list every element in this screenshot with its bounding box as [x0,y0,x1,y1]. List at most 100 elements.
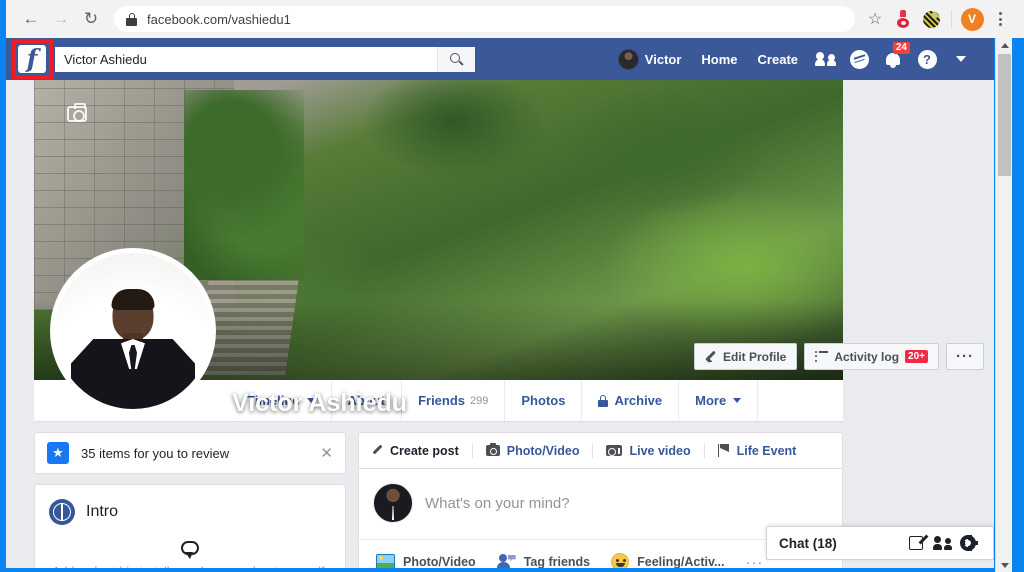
chat-bar[interactable]: Chat (18) [766,526,994,560]
emoji-icon [611,553,630,568]
profile-action-buttons: Edit Profile Activity log 20+ ··· [687,343,984,370]
activity-log-button[interactable]: Activity log 20+ [804,343,939,370]
facebook-header: f Victor Ashiedu Victor Home Create 24 ? [6,38,994,80]
divider [703,443,705,458]
camera-icon[interactable] [67,103,87,122]
notifications-count-badge: 24 [892,42,910,54]
tab-create-post-label: Create post [390,443,459,458]
divider [471,443,473,458]
camera-icon [485,442,500,456]
chevron-down-icon[interactable] [944,44,978,74]
globe-icon [49,499,75,525]
search-icon [450,52,464,66]
intro-title: Intro [86,503,119,520]
nav-item-create[interactable]: Create [748,44,808,74]
tab-archive-label: Archive [614,393,663,408]
speech-bubble-icon [181,541,199,559]
tag-friends-icon [496,553,516,568]
extension-icon-red[interactable] [889,5,917,33]
scrollbar-thumb[interactable] [998,54,1011,176]
help-question-icon[interactable]: ? [910,44,944,74]
lock-icon [598,394,609,407]
address-bar-url: facebook.com/vashiedu1 [147,11,291,27]
search-input[interactable]: Victor Ashiedu [55,46,475,72]
search-input-value: Victor Ashiedu [64,51,147,67]
scroll-up-button[interactable] [996,38,1013,52]
tab-photos-label: Photos [521,393,566,408]
page-title: Victor Ashiedu [232,389,408,417]
review-items-label: 35 items for you to review [81,445,230,461]
scroll-down-button[interactable] [996,558,1013,572]
pencil-icon [705,351,717,363]
tab-live-video[interactable]: Live video [606,443,691,458]
tab-more[interactable]: More [679,380,759,421]
star-icon[interactable]: ☆ [861,5,889,33]
tab-more-label: More [695,393,727,408]
left-sidebar: ★ 35 items for you to review ✕ Intro Add… [34,432,346,568]
screenshot-root: ← → ↻ facebook.com/vashiedu1 ☆ V f Victo… [0,0,1024,572]
avatar[interactable] [50,248,216,414]
nav-item-profile[interactable]: Victor [608,44,692,74]
address-bar[interactable]: facebook.com/vashiedu1 [114,6,855,32]
post-action-photo-video[interactable]: Photo/Video [367,547,485,568]
tab-friends[interactable]: Friends 299 [402,380,506,421]
intro-header: Intro [35,485,345,529]
divider [592,443,594,458]
post-action-tag-friends[interactable]: Tag friends [488,547,599,568]
nav-item-home[interactable]: Home [691,44,747,74]
tab-photos[interactable]: Photos [505,380,583,421]
browser-profile-avatar[interactable]: V [958,5,986,33]
reload-icon[interactable]: ↻ [76,4,106,34]
more-options-button[interactable]: ··· [946,343,984,370]
compose-message-icon[interactable] [903,530,929,556]
list-icon [815,350,829,362]
star-icon: ★ [47,442,69,464]
tab-friends-label: Friends [418,393,466,408]
activity-log-label: Activity log [834,349,900,364]
browser-toolbar: ← → ↻ facebook.com/vashiedu1 ☆ V [6,0,1024,38]
intro-card: Intro Add a short bio to tell people mor… [34,484,346,568]
toolbar-divider [951,10,952,28]
new-group-icon[interactable] [929,530,955,556]
notifications-bell-icon[interactable]: 24 [876,42,910,74]
nav-profile-label: Victor [644,51,682,67]
gear-icon[interactable] [955,530,981,556]
tab-archive[interactable]: Archive [582,380,680,421]
friend-requests-icon[interactable] [808,44,842,74]
search-button[interactable] [437,46,475,72]
close-icon[interactable]: ✕ [320,444,333,462]
page-content: Victor Ashiedu Edit Profile Activity log… [6,80,994,568]
extension-icon-maze[interactable] [917,5,945,33]
browser-profile-initial: V [960,7,984,31]
chat-title: Chat (18) [779,535,837,551]
flag-icon [717,444,730,457]
create-post-tabs: Create post Photo/Video Live video Life … [359,433,842,469]
composer-avatar [373,483,413,523]
live-video-icon [606,445,623,456]
tab-life-event[interactable]: Life Event [717,443,797,458]
kebab-menu-icon[interactable] [986,5,1014,33]
messenger-icon[interactable] [842,44,876,74]
more-options-icon: ··· [745,553,764,569]
edit-profile-label: Edit Profile [723,349,787,364]
edit-profile-button[interactable]: Edit Profile [694,343,798,370]
status-badge: 20+ [905,350,928,363]
tab-photo-video[interactable]: Photo/Video [485,442,579,458]
chevron-down-icon [733,398,742,403]
facebook-logo-button[interactable]: f [6,38,53,80]
forward-arrow-icon[interactable]: → [46,4,76,34]
vertical-scrollbar[interactable] [995,38,1012,572]
avatar-figure [55,289,211,409]
post-action-feeling-activity[interactable]: Feeling/Activ... [602,546,733,568]
cover-foliage [184,90,304,280]
post-action-feeling-activity-label: Feeling/Activ... [637,555,725,568]
tab-life-event-label: Life Event [736,443,797,458]
nav-profile-avatar [617,48,639,70]
post-status-input[interactable]: What's on your mind? [425,495,570,512]
lock-icon [126,12,137,26]
tab-live-video-label: Live video [629,443,691,458]
back-arrow-icon[interactable]: ← [16,4,46,34]
tab-create-post[interactable]: Create post [372,444,459,458]
photo-icon [376,553,395,568]
review-items-card[interactable]: ★ 35 items for you to review ✕ [34,432,346,474]
